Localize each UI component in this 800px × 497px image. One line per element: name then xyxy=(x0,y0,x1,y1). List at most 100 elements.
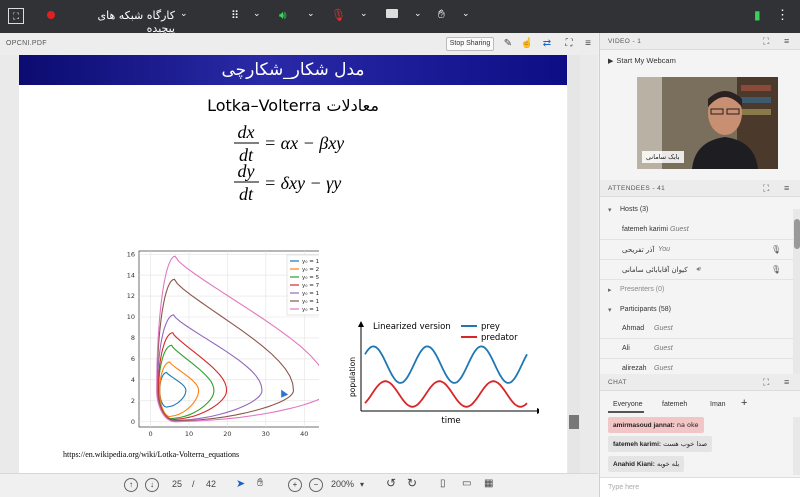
participants-label: Participants (58) xyxy=(620,306,671,313)
zoom-dropdown-icon[interactable]: ▾ xyxy=(360,480,364,489)
participants-section[interactable]: ▾ Participants (58) xyxy=(600,301,793,319)
mic-icon[interactable]: 🎙︎ xyxy=(771,245,781,254)
pen-icon[interactable]: ✎ xyxy=(501,37,515,51)
presenters-section[interactable]: ▸ Presenters (0) xyxy=(600,281,793,299)
share-scrollbar[interactable] xyxy=(568,55,580,475)
slide-title-bar: مدل شکار_شکارچی xyxy=(19,55,567,85)
sidebar: VIDEO - 1 ⛶ ≡ ▶ Start My Webcam بابک ساما… xyxy=(599,33,800,497)
attendee-role: Guest xyxy=(654,325,673,332)
fullscreen-icon[interactable]: ⛶ xyxy=(8,8,24,24)
pod-menu-icon[interactable]: ≡ xyxy=(784,36,789,46)
chevron-down-icon[interactable]: ⌄ xyxy=(180,8,188,19)
speaking-icon: 🔊︎ xyxy=(696,266,701,273)
attendee-role: Guest xyxy=(654,345,673,352)
next-page-button[interactable]: ↓ xyxy=(145,478,159,492)
y-tick-label: 0 xyxy=(131,418,135,426)
raise-hand-icon[interactable]: ✋︎ xyxy=(438,7,445,22)
maximize-icon[interactable]: ⛶ xyxy=(763,377,769,388)
attendee-row[interactable]: alirezah Guest xyxy=(600,359,793,371)
rotate-right-icon[interactable]: ↻ xyxy=(407,476,417,490)
attendees-pod-title: ATTENDEES - 41 xyxy=(608,185,666,192)
mic-muted-icon[interactable]: 🎙︎ xyxy=(331,8,346,22)
chevron-down-icon[interactable]: ⌄ xyxy=(360,8,368,19)
start-webcam-button[interactable]: ▶ Start My Webcam xyxy=(608,56,676,65)
page-current[interactable]: 25 xyxy=(172,479,182,489)
attendee-row[interactable]: Ali Guest xyxy=(600,339,793,359)
chevron-down-icon[interactable]: ⌄ xyxy=(253,8,261,19)
chat-tab-everyone[interactable]: Everyone xyxy=(613,401,643,408)
legend-label: y₀ = 12 xyxy=(302,299,319,305)
series-line xyxy=(364,380,528,408)
app-window: ⛶ کارگاه شبکه های پیچیده ⌄ ⠿ ⌄ 🔊︎ ⌄ 🎙︎ ⌄… xyxy=(0,0,800,497)
apps-grid-icon[interactable]: ⠿ xyxy=(231,9,239,22)
pod-menu-icon[interactable]: ≡ xyxy=(784,377,789,387)
chevron-down-icon[interactable]: ⌄ xyxy=(307,8,315,19)
meeting-title: کارگاه شبکه های پیچیده xyxy=(97,9,175,35)
page-total: 42 xyxy=(206,479,217,489)
pod-menu-icon[interactable]: ≡ xyxy=(581,37,595,51)
top-bar: ⛶ کارگاه شبکه های پیچیده ⌄ ⠿ ⌄ 🔊︎ ⌄ 🎙︎ ⌄… xyxy=(0,0,800,35)
chevron-down-icon[interactable]: ⌄ xyxy=(462,8,470,19)
maximize-icon[interactable]: ⛶ xyxy=(763,36,769,47)
chat-scrollbar[interactable] xyxy=(793,417,800,475)
eq2-numerator: dy xyxy=(238,161,255,181)
fit-width-icon[interactable]: ▭ xyxy=(462,478,471,489)
prev-page-button[interactable]: ↑ xyxy=(124,478,138,492)
video-participant-name: بابک سامانی xyxy=(642,151,684,163)
pod-menu-icon[interactable]: ≡ xyxy=(784,183,789,193)
grid-view-icon[interactable]: ▦ xyxy=(484,478,493,489)
legend-label: predator xyxy=(481,333,518,343)
zoom-in-button[interactable]: + xyxy=(288,478,302,492)
attendees-scrollbar[interactable] xyxy=(793,209,800,375)
x-tick-label: 40 xyxy=(300,430,308,438)
expand-caret-icon: ▾ xyxy=(608,207,612,214)
hosts-section[interactable]: ▾ Hosts (3) xyxy=(600,201,793,219)
chat-input[interactable]: Type here xyxy=(600,477,800,497)
legend-label: prey xyxy=(481,322,500,332)
add-chat-tab-button[interactable]: + xyxy=(741,397,747,409)
select-tool-icon[interactable]: ➤ xyxy=(236,477,245,490)
x-tick-label: 0 xyxy=(148,430,152,438)
camera-icon[interactable] xyxy=(386,9,398,18)
zoom-out-button[interactable]: − xyxy=(309,478,323,492)
x-axis-label: time xyxy=(441,416,460,426)
mic-icon[interactable]: 🎙︎ xyxy=(771,265,781,274)
record-icon[interactable] xyxy=(47,11,55,19)
slide-source-url[interactable]: https://en.wikipedia.org/wiki/Lotka-Volt… xyxy=(63,450,239,459)
fit-page-icon[interactable]: ▯ xyxy=(440,478,446,489)
hand-tool-icon[interactable]: ✋︎ xyxy=(257,477,263,490)
legend-label: y₀ = 15 xyxy=(302,307,319,313)
chat-tab-fatemeh[interactable]: fatemeh xyxy=(662,401,687,408)
menu-icon[interactable]: ⋮ xyxy=(776,7,789,23)
attendee-role: You xyxy=(658,246,671,253)
attendee-row[interactable]: کیوان آقابابائی سامانی 🔊︎ 🎙︎ xyxy=(600,260,793,280)
attendee-name: کیوان آقابابائی سامانی xyxy=(622,266,688,274)
y-axis-arrow xyxy=(358,321,364,327)
attendee-name: alirezah xyxy=(622,365,647,371)
chat-pod-title: CHAT xyxy=(608,379,627,386)
video-pod-header: VIDEO - 1 ⛶ ≡ xyxy=(600,33,800,50)
attendee-row[interactable]: آذر تفریحی You 🎙︎ xyxy=(600,240,793,260)
rotate-left-icon[interactable]: ↺ xyxy=(386,476,396,490)
legend-label: y₀ = 7 xyxy=(302,283,319,289)
chart-title: Linearized version xyxy=(373,322,451,332)
speaker-icon[interactable]: 🔊︎ xyxy=(279,8,287,23)
scrollbar-thumb[interactable] xyxy=(794,219,800,249)
chat-tab-iman[interactable]: Iman xyxy=(710,401,726,408)
chevron-down-icon[interactable]: ⌄ xyxy=(414,8,422,19)
maximize-icon[interactable]: ⛶ xyxy=(763,183,769,194)
chat-pod-header: CHAT ⛶ ≡ xyxy=(600,374,800,391)
video-feed: بابک سامانی xyxy=(637,77,778,169)
scrollbar-thumb[interactable] xyxy=(569,415,579,429)
chat-message: amirmasoud jannat: na oke xyxy=(608,417,704,433)
pointer-icon[interactable]: ☝ xyxy=(520,37,534,51)
fullscreen-icon[interactable]: ⛶ xyxy=(562,37,576,51)
sync-icon[interactable]: ⇄ xyxy=(540,37,554,51)
stop-sharing-button[interactable]: Stop Sharing xyxy=(446,37,494,51)
y-tick-label: 16 xyxy=(127,250,135,258)
attendee-row[interactable]: fatemeh karimi Guest xyxy=(600,220,793,240)
attendee-row[interactable]: Ahmad Guest xyxy=(600,319,793,339)
zoom-level[interactable]: 200% xyxy=(331,479,354,489)
legend-label: y₀ = 2 xyxy=(302,267,319,273)
page-separator: / xyxy=(192,479,195,489)
